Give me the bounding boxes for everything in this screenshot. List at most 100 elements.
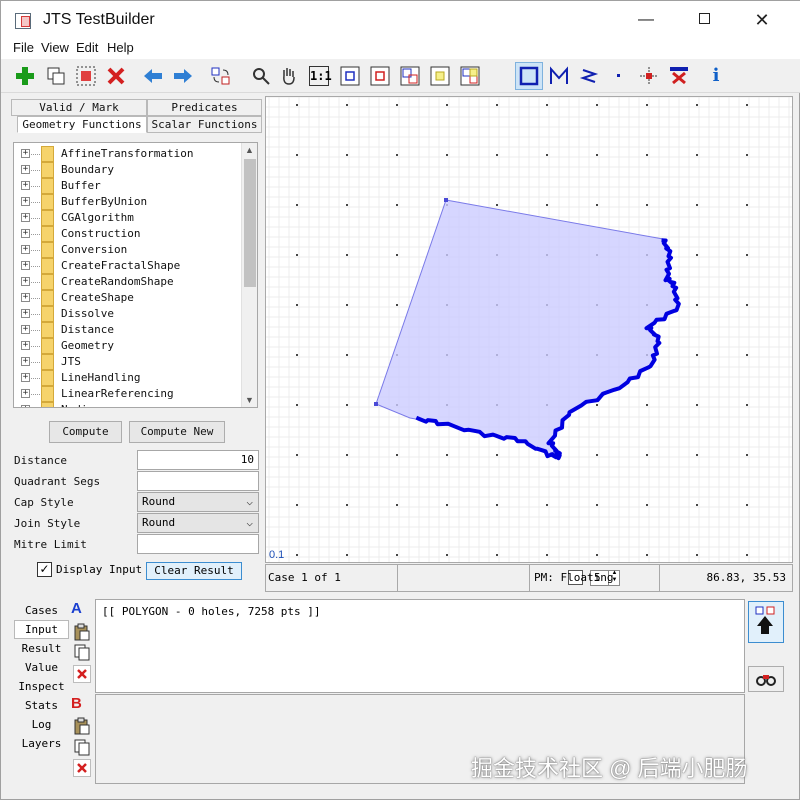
tab-input[interactable]: Input (14, 620, 69, 639)
compute-new-button[interactable]: Compute New (129, 421, 225, 443)
expand-icon[interactable]: + (21, 405, 30, 407)
function-tree-item[interactable]: + Boundary (14, 162, 242, 178)
expand-icon[interactable]: + (21, 325, 30, 334)
close-button[interactable]: ✕ (733, 1, 791, 39)
function-tree-item[interactable]: + LinearReferencing (14, 386, 242, 402)
join-style-select[interactable]: Round ⌵ (137, 513, 259, 533)
draw-point-icon[interactable] (607, 64, 631, 88)
inspect-binoculars-icon[interactable] (748, 666, 784, 692)
function-tree-item[interactable]: + JTS (14, 354, 242, 370)
expand-icon[interactable]: + (21, 341, 30, 350)
delete-vertex-icon[interactable] (667, 64, 691, 88)
tab-cases[interactable]: Cases (14, 601, 69, 620)
tab-stats[interactable]: Stats (14, 696, 69, 715)
zoom-to-input-icon[interactable] (398, 64, 422, 88)
copy-a-icon[interactable] (73, 643, 91, 661)
function-tree-item[interactable]: + Geometry (14, 338, 242, 354)
expand-icon[interactable]: + (21, 293, 30, 302)
tab-scalar-functions[interactable]: Scalar Functions (147, 116, 262, 133)
function-tree-item[interactable]: + CGAlgorithm (14, 210, 242, 226)
draw-polygon-icon[interactable] (515, 62, 543, 90)
draw-zigzag-icon[interactable] (577, 64, 601, 88)
distance-field[interactable]: 10 (137, 450, 259, 470)
zoom-to-full-icon[interactable] (458, 64, 482, 88)
expand-icon[interactable]: + (21, 213, 30, 222)
zoom-to-a-icon[interactable] (338, 64, 362, 88)
tab-geometry-functions[interactable]: Geometry Functions (17, 116, 147, 133)
delete-case-icon[interactable] (104, 64, 128, 88)
tab-valid-mark[interactable]: Valid / Mark (11, 99, 147, 116)
copy-case-icon[interactable] (44, 64, 68, 88)
zoom-to-b-icon[interactable] (368, 64, 392, 88)
tab-predicates[interactable]: Predicates (147, 99, 262, 116)
function-tree-scrollbar[interactable]: ▲ ▼ (241, 143, 257, 407)
info-icon[interactable]: i (704, 64, 728, 88)
expand-icon[interactable]: + (21, 389, 30, 398)
next-case-icon[interactable] (171, 64, 195, 88)
function-tree-item[interactable]: + AffineTransformation (14, 146, 242, 162)
minimize-button[interactable]: — (617, 1, 675, 39)
paste-a-icon[interactable] (73, 623, 91, 641)
expand-icon[interactable]: + (21, 277, 30, 286)
scroll-down-icon[interactable]: ▼ (245, 395, 254, 405)
expand-icon[interactable]: + (21, 373, 30, 382)
menu-view[interactable]: View (41, 40, 69, 55)
expand-icon[interactable]: + (21, 357, 30, 366)
menu-file[interactable]: File (13, 40, 34, 55)
function-tree-item[interactable]: + Buffer (14, 178, 242, 194)
expand-icon[interactable]: + (21, 309, 30, 318)
quadrant-segs-field[interactable] (137, 471, 259, 491)
menu-help[interactable]: Help (107, 40, 134, 55)
zoom-1to1-icon[interactable]: 1:1 (307, 64, 332, 88)
tab-inspect[interactable]: Inspect (14, 677, 69, 696)
function-tree[interactable]: + AffineTransformation + Boundary + Buffer + Bu… (13, 142, 258, 408)
expand-icon[interactable]: + (21, 149, 30, 158)
tab-value[interactable]: Value (14, 658, 69, 677)
expand-icon[interactable]: + (21, 261, 30, 270)
display-input-checkbox[interactable]: ✓ (37, 562, 52, 577)
function-tree-item[interactable]: + LineHandling (14, 370, 242, 386)
load-geometry-button[interactable] (748, 601, 784, 643)
pan-icon[interactable] (277, 64, 301, 88)
function-tree-item[interactable]: + CreateShape (14, 290, 242, 306)
function-tree-item[interactable]: + Construction (14, 226, 242, 242)
clear-a-icon[interactable] (73, 665, 91, 683)
menu-edit[interactable]: Edit (76, 40, 98, 55)
edit-vertex-icon[interactable] (637, 64, 661, 88)
zoom-icon[interactable] (249, 64, 273, 88)
expand-icon[interactable]: + (21, 165, 30, 174)
clear-b-icon[interactable] (73, 759, 91, 777)
expand-icon[interactable]: + (21, 181, 30, 190)
expand-icon[interactable]: + (21, 229, 30, 238)
tab-layers[interactable]: Layers (14, 734, 69, 753)
tab-log[interactable]: Log (14, 715, 69, 734)
add-case-icon[interactable] (13, 64, 37, 88)
mitre-limit-field[interactable] (137, 534, 259, 554)
select-all-icon[interactable] (74, 64, 98, 88)
draw-linestring-icon[interactable] (547, 64, 571, 88)
tab-result[interactable]: Result (14, 639, 69, 658)
function-tree-item[interactable]: + Conversion (14, 242, 242, 258)
scroll-thumb[interactable] (244, 159, 256, 287)
function-tree-item[interactable]: + CreateFractalShape (14, 258, 242, 274)
function-tree-item[interactable]: + Distance (14, 322, 242, 338)
cap-style-select[interactable]: Round ⌵ (137, 492, 259, 512)
copy-b-icon[interactable] (73, 738, 91, 756)
paste-b-icon[interactable] (73, 717, 91, 735)
scroll-up-icon[interactable]: ▲ (245, 145, 254, 155)
function-tree-item[interactable]: + Dissolve (14, 306, 242, 322)
function-tree-item[interactable]: + BufferByUnion (14, 194, 242, 210)
geometry-a-text[interactable]: [[ POLYGON - 0 holes, 7258 pts ]] (95, 599, 745, 693)
grid-dot (446, 154, 448, 156)
compute-button[interactable]: Compute (49, 421, 122, 443)
clear-result-button[interactable]: Clear Result (146, 562, 242, 580)
function-tree-item[interactable]: + CreateRandomShape (14, 274, 242, 290)
previous-case-icon[interactable] (141, 64, 165, 88)
geometry-canvas[interactable]: 0.1 (265, 96, 793, 563)
zoom-to-result-icon[interactable] (428, 64, 452, 88)
expand-icon[interactable]: + (21, 245, 30, 254)
function-tree-item[interactable]: + Noding (14, 402, 242, 407)
expand-icon[interactable]: + (21, 197, 30, 206)
swap-geometry-icon[interactable] (209, 64, 233, 88)
maximize-button[interactable] (675, 1, 733, 39)
